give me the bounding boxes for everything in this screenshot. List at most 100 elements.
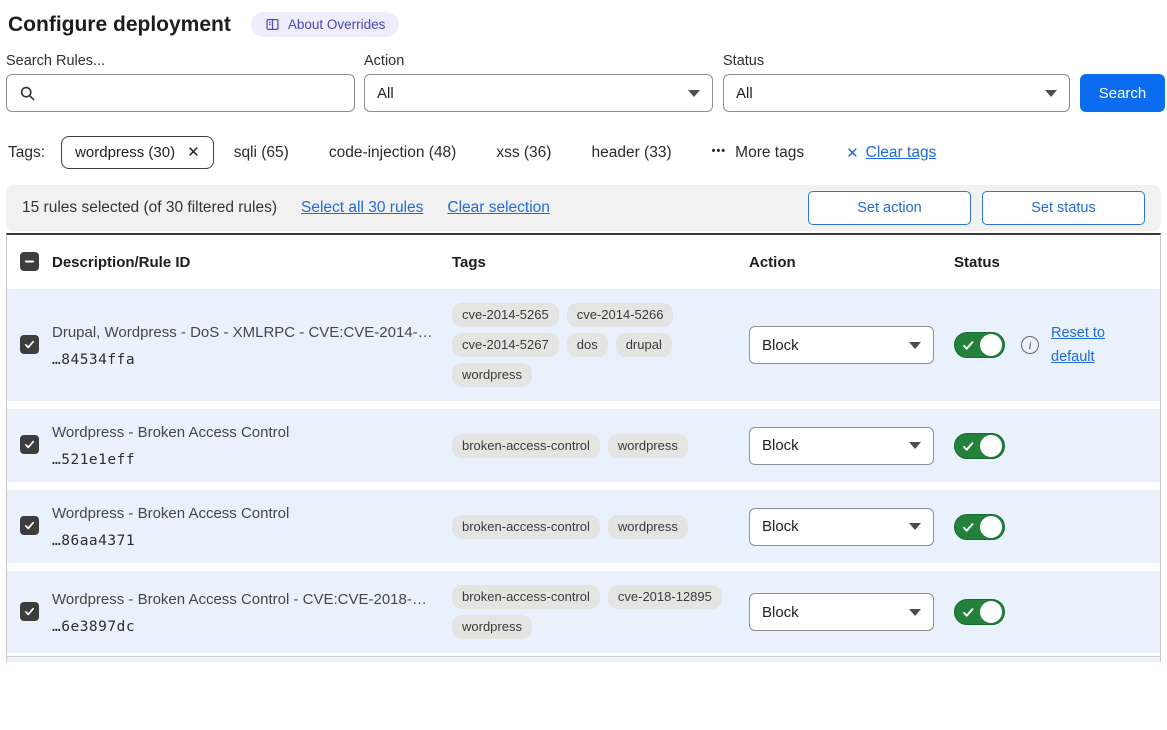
rule-status-toggle[interactable] bbox=[954, 514, 1005, 540]
row-checkbox[interactable] bbox=[20, 516, 39, 535]
more-tags-label: More tags bbox=[735, 144, 804, 162]
table-row: Wordpress - Broken Access Control …86aa4… bbox=[7, 490, 1160, 563]
selection-bar: 15 rules selected (of 30 filtered rules)… bbox=[6, 185, 1161, 231]
search-button[interactable]: Search bbox=[1080, 74, 1165, 112]
rule-id: …521e1eff bbox=[52, 452, 436, 468]
table-row: Wordpress - Broken Access Control …521e1… bbox=[7, 409, 1160, 482]
set-status-button[interactable]: Set status bbox=[982, 191, 1145, 225]
info-icon[interactable]: i bbox=[1021, 336, 1039, 354]
tag-item-sqli[interactable]: sqli (65) bbox=[234, 144, 289, 162]
search-input[interactable] bbox=[44, 84, 342, 103]
set-action-button[interactable]: Set action bbox=[808, 191, 971, 225]
rule-status-toggle[interactable] bbox=[954, 599, 1005, 625]
status-filter-label: Status bbox=[723, 53, 1070, 69]
tag-pill: wordpress bbox=[608, 515, 688, 539]
tag-pill: cve-2014-5265 bbox=[452, 303, 559, 327]
column-header-action: Action bbox=[749, 254, 954, 271]
tag-pill: cve-2018-12895 bbox=[608, 585, 722, 609]
rule-action-select[interactable]: Block bbox=[749, 508, 934, 546]
rule-action-value: Block bbox=[762, 337, 799, 354]
page-header: Configure deployment About Overrides bbox=[8, 12, 1159, 37]
toggle-knob bbox=[980, 516, 1002, 538]
rule-tags: broken-access-control cve-2018-12895 wordp… bbox=[452, 585, 724, 639]
table-row: Wordpress - Broken Access Control - CVE:… bbox=[7, 571, 1160, 653]
action-filter-group: Action All bbox=[364, 53, 713, 112]
caret-down-icon bbox=[688, 90, 700, 97]
search-icon bbox=[19, 85, 36, 102]
rule-description: Drupal, Wordpress - DoS - XMLRPC - CVE:C… bbox=[52, 323, 436, 343]
rule-status-toggle[interactable] bbox=[954, 433, 1005, 459]
search-rules-group: Search Rules... bbox=[6, 53, 355, 112]
tag-pill: cve-2014-5266 bbox=[567, 303, 674, 327]
tag-pill: drupal bbox=[616, 333, 672, 357]
clear-tags-link[interactable]: ✕ Clear tags bbox=[846, 144, 936, 162]
search-input-wrapper bbox=[6, 74, 355, 112]
toggle-knob bbox=[980, 601, 1002, 623]
tag-pill: wordpress bbox=[452, 363, 532, 387]
rule-action-select[interactable]: Block bbox=[749, 427, 934, 465]
filter-bar: Search Rules... Action All Status All Se… bbox=[6, 53, 1167, 112]
rule-action-select[interactable]: Block bbox=[749, 326, 934, 364]
page-title: Configure deployment bbox=[8, 13, 231, 37]
table-row: Drupal, Wordpress - DoS - XMLRPC - CVE:C… bbox=[7, 289, 1160, 401]
tag-pill: broken-access-control bbox=[452, 585, 600, 609]
remove-tag-icon[interactable]: ✕ bbox=[187, 145, 200, 160]
action-filter-value: All bbox=[377, 85, 394, 102]
caret-down-icon bbox=[1045, 90, 1057, 97]
rule-description: Wordpress - Broken Access Control - CVE:… bbox=[52, 590, 436, 610]
clear-tags-label: Clear tags bbox=[866, 144, 937, 162]
rule-action-value: Block bbox=[762, 518, 799, 535]
status-filter-value: All bbox=[736, 85, 753, 102]
column-header-status: Status bbox=[954, 254, 1160, 271]
rule-status-toggle[interactable] bbox=[954, 332, 1005, 358]
action-filter-select[interactable]: All bbox=[364, 74, 713, 112]
reset-to-default-link[interactable]: Reset to default bbox=[1051, 321, 1115, 369]
select-all-rules-link[interactable]: Select all 30 rules bbox=[301, 199, 423, 217]
toggle-knob bbox=[980, 334, 1002, 356]
tag-pill: broken-access-control bbox=[452, 515, 600, 539]
selection-summary: 15 rules selected (of 30 filtered rules) bbox=[22, 199, 277, 217]
rule-id: …84534ffa bbox=[52, 352, 436, 368]
tag-item-code-injection[interactable]: code-injection (48) bbox=[329, 144, 457, 162]
ellipsis-icon: ••• bbox=[712, 145, 727, 157]
clear-selection-link[interactable]: Clear selection bbox=[447, 199, 550, 217]
next-row-partial bbox=[7, 656, 1160, 662]
caret-down-icon bbox=[909, 442, 921, 449]
clear-x-icon: ✕ bbox=[846, 144, 859, 162]
more-tags-button[interactable]: ••• More tags bbox=[712, 144, 804, 162]
rule-tags: broken-access-control wordpress bbox=[452, 434, 724, 458]
row-checkbox[interactable] bbox=[20, 602, 39, 621]
tag-item-header[interactable]: header (33) bbox=[591, 144, 671, 162]
about-overrides-badge[interactable]: About Overrides bbox=[251, 12, 400, 37]
tag-pill: cve-2014-5267 bbox=[452, 333, 559, 357]
selected-tag-label: wordpress (30) bbox=[75, 144, 175, 161]
rule-action-select[interactable]: Block bbox=[749, 593, 934, 631]
about-overrides-label: About Overrides bbox=[288, 17, 386, 32]
tag-pill: dos bbox=[567, 333, 608, 357]
column-header-tags: Tags bbox=[452, 254, 749, 271]
rule-description: Wordpress - Broken Access Control bbox=[52, 423, 436, 443]
column-header-description: Description/Rule ID bbox=[52, 254, 452, 271]
table-body: Drupal, Wordpress - DoS - XMLRPC - CVE:C… bbox=[7, 289, 1160, 656]
tags-label: Tags: bbox=[8, 144, 45, 162]
rule-id: …86aa4371 bbox=[52, 533, 436, 549]
rule-id: …6e3897dc bbox=[52, 619, 436, 635]
status-filter-group: Status All bbox=[723, 53, 1070, 112]
tag-pill: broken-access-control bbox=[452, 434, 600, 458]
status-filter-select[interactable]: All bbox=[723, 74, 1070, 112]
row-checkbox[interactable] bbox=[20, 335, 39, 354]
rule-action-value: Block bbox=[762, 604, 799, 621]
tag-item-xss[interactable]: xss (36) bbox=[496, 144, 551, 162]
tags-bar: Tags: wordpress (30) ✕ sqli (65) code-in… bbox=[8, 136, 1159, 169]
row-divider bbox=[7, 482, 1160, 490]
rule-action-value: Block bbox=[762, 437, 799, 454]
tag-pill: wordpress bbox=[608, 434, 688, 458]
book-open-icon bbox=[265, 17, 280, 32]
rule-tags: cve-2014-5265 cve-2014-5266 cve-2014-5267 d… bbox=[452, 303, 724, 387]
tag-pill: wordpress bbox=[452, 615, 532, 639]
row-checkbox[interactable] bbox=[20, 435, 39, 454]
row-divider bbox=[7, 563, 1160, 571]
selected-tag-wordpress[interactable]: wordpress (30) ✕ bbox=[61, 136, 214, 169]
action-filter-label: Action bbox=[364, 53, 713, 69]
select-all-checkbox[interactable] bbox=[20, 252, 39, 271]
